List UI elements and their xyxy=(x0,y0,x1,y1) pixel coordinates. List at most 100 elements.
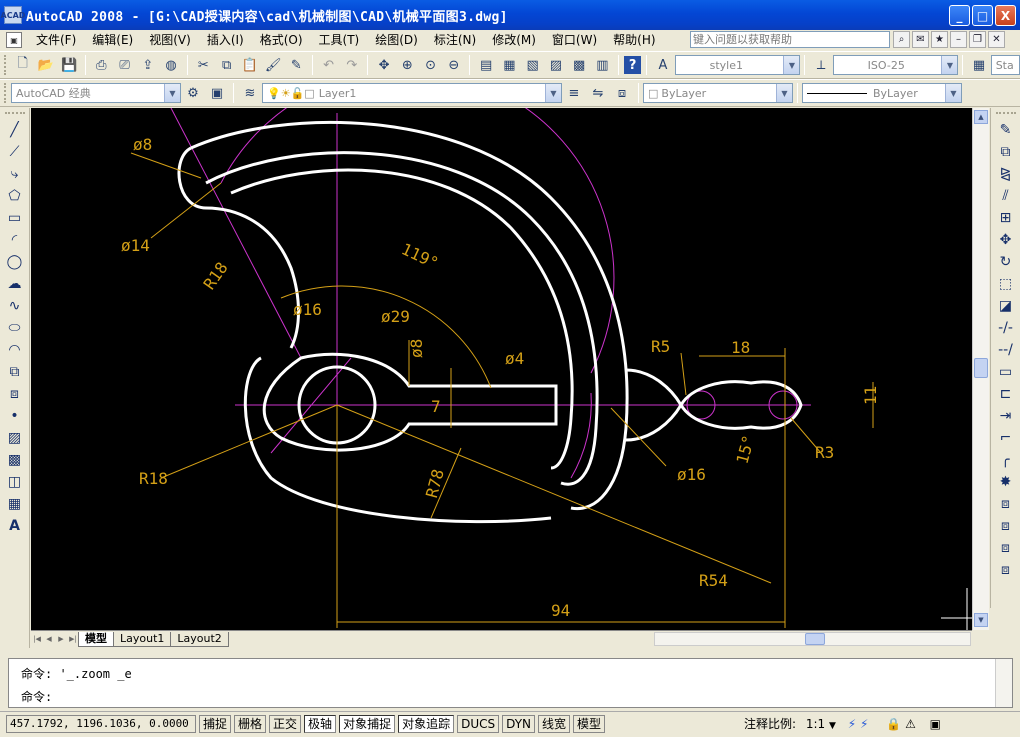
menu-draw[interactable]: 绘图(D) xyxy=(367,31,426,49)
dyn-toggle[interactable]: DYN xyxy=(502,714,536,733)
construction-line-icon[interactable]: ⟋ xyxy=(3,141,27,163)
region-icon[interactable]: ◫ xyxy=(3,471,27,493)
workspace-settings-icon[interactable]: ⚙ xyxy=(182,82,204,104)
vertical-scroll-thumb[interactable] xyxy=(974,358,988,378)
text-style-select[interactable]: style1 ▼ xyxy=(674,55,801,75)
chevron-down-icon[interactable]: ▼ xyxy=(164,84,180,102)
menu-tools[interactable]: 工具(T) xyxy=(311,31,368,49)
menu-window[interactable]: 窗口(W) xyxy=(544,31,605,49)
clean-screen-icon[interactable]: ▣ xyxy=(930,717,941,731)
sheet-set-icon[interactable]: ▨ xyxy=(545,54,566,76)
scroll-up-icon[interactable]: ▲ xyxy=(974,110,988,124)
3d-dwf-icon[interactable]: ◍ xyxy=(160,54,181,76)
copy-icon[interactable]: ⧉ xyxy=(216,54,237,76)
search-icon[interactable]: ⌕ xyxy=(893,31,910,48)
print-icon[interactable]: ⎙ xyxy=(91,54,112,76)
line-icon[interactable]: ╱ xyxy=(3,119,27,141)
doc-restore-button[interactable]: ❐ xyxy=(969,31,986,48)
coordinate-readout[interactable]: 457.1792, 1196.1036, 0.0000 xyxy=(6,714,196,733)
open-icon[interactable]: 📂 xyxy=(35,54,56,76)
erase-icon[interactable]: ✎ xyxy=(994,119,1018,141)
multiline-text-icon[interactable]: A xyxy=(3,515,27,537)
match-properties-icon[interactable]: 🖌 xyxy=(262,54,283,76)
customize-icon[interactable]: ▣ xyxy=(206,82,228,104)
annotation-scale-value[interactable]: 1:1 xyxy=(806,717,825,731)
tab-model[interactable]: 模型 xyxy=(78,631,114,647)
tab-layout2[interactable]: Layout2 xyxy=(170,631,229,647)
chevron-down-icon[interactable]: ▼ xyxy=(945,84,961,102)
horizontal-scroll-thumb[interactable] xyxy=(805,633,825,645)
layer-state-icon[interactable]: ⧈ xyxy=(611,82,633,104)
ortho-toggle[interactable]: 正交 xyxy=(269,714,302,733)
block-editor-icon[interactable]: ✎ xyxy=(286,54,307,76)
drawing-svg[interactable]: ø8 ø14 R18 119° ø16 ø29 ø8 ø4 7 R5 18 11… xyxy=(31,108,972,630)
properties-icon[interactable]: ▤ xyxy=(475,54,496,76)
extend-icon[interactable]: --/ xyxy=(994,339,1018,361)
chamfer-icon[interactable]: ⌐ xyxy=(994,427,1018,449)
menu-modify[interactable]: 修改(M) xyxy=(484,31,544,49)
markup-icon[interactable]: ▩ xyxy=(568,54,589,76)
zoom-previous-icon[interactable]: ⊖ xyxy=(443,54,464,76)
break-at-point-icon[interactable]: ▭ xyxy=(994,361,1018,383)
color-select[interactable]: □ ByLayer ▼ xyxy=(643,83,793,103)
layer-select[interactable]: 💡 ☀ 🔓 □ Layer1 ▼ xyxy=(262,83,562,103)
favorites-icon[interactable]: ★ xyxy=(931,31,948,48)
menu-view[interactable]: 视图(V) xyxy=(141,31,199,49)
undo-icon[interactable]: ↶ xyxy=(318,54,339,76)
design-center-icon[interactable]: ▦ xyxy=(499,54,520,76)
break-icon[interactable]: ⊏ xyxy=(994,383,1018,405)
communication-center-icon[interactable]: ✉ xyxy=(912,31,929,48)
toolbar-grip[interactable] xyxy=(4,112,25,115)
next-tab-icon[interactable]: ▶ xyxy=(55,633,67,646)
cut-icon[interactable]: ✂ xyxy=(193,54,214,76)
horizontal-scrollbar[interactable] xyxy=(654,632,971,646)
chevron-down-icon[interactable]: ▼ xyxy=(941,56,958,74)
drawing-canvas[interactable]: ø8 ø14 R18 119° ø16 ø29 ø8 ø4 7 R5 18 11… xyxy=(31,108,972,630)
print-preview-icon[interactable]: ⎚ xyxy=(114,54,135,76)
toolbar-grip[interactable] xyxy=(4,83,7,103)
polyline-icon[interactable]: ⤷ xyxy=(3,163,27,185)
autocad-app-icon[interactable]: ACAD xyxy=(1,6,25,24)
new-icon[interactable]: 🗋 xyxy=(12,54,33,76)
menu-format[interactable]: 格式(O) xyxy=(252,31,311,49)
command-scrollbar[interactable] xyxy=(995,659,1012,707)
polar-toggle[interactable]: 极轴 xyxy=(304,714,337,733)
vertical-scrollbar[interactable]: ▲ ▼ xyxy=(972,108,989,630)
draworder-back-icon[interactable]: ⧈ xyxy=(994,515,1018,537)
menu-insert[interactable]: 插入(I) xyxy=(199,31,252,49)
table-icon[interactable]: ▦ xyxy=(3,493,27,515)
calculator-icon[interactable]: ▥ xyxy=(592,54,613,76)
doc-minimize-button[interactable]: – xyxy=(950,31,967,48)
menu-edit[interactable]: 编辑(E) xyxy=(84,31,141,49)
scroll-down-icon[interactable]: ▼ xyxy=(974,613,988,627)
ducs-toggle[interactable]: DUCS xyxy=(457,714,500,733)
arc-icon[interactable]: ◜ xyxy=(3,229,27,251)
chevron-down-icon[interactable]: ▼ xyxy=(776,84,792,102)
chevron-down-icon[interactable]: ▼ xyxy=(783,56,800,74)
close-button[interactable]: X xyxy=(995,5,1016,26)
first-tab-icon[interactable]: |◀ xyxy=(31,633,43,646)
hatch-icon[interactable]: ▨ xyxy=(3,427,27,449)
ellipse-icon[interactable]: ⬭ xyxy=(3,317,27,339)
command-window[interactable]: 命令: '_.zoom _e 命令: xyxy=(8,658,1013,708)
spline-icon[interactable]: ∿ xyxy=(3,295,27,317)
join-icon[interactable]: ⇥ xyxy=(994,405,1018,427)
lightbulb-icon[interactable]: 💡 xyxy=(267,87,281,100)
paste-icon[interactable]: 📋 xyxy=(239,54,260,76)
ellipse-arc-icon[interactable]: ◠ xyxy=(3,339,27,361)
toolbar-grip[interactable] xyxy=(995,112,1016,115)
osnap-toggle[interactable]: 对象捕捉 xyxy=(339,714,396,733)
lineweight-toggle[interactable]: 线宽 xyxy=(538,714,571,733)
status-tray-icon[interactable]: ⚠ xyxy=(905,717,916,731)
layer-manager-icon[interactable]: ≋ xyxy=(239,82,261,104)
sun-icon[interactable]: ☀ xyxy=(281,87,291,100)
scale-icon[interactable]: ⬚ xyxy=(994,273,1018,295)
menu-help[interactable]: 帮助(H) xyxy=(605,31,663,49)
polygon-icon[interactable]: ⬠ xyxy=(3,185,27,207)
grid-toggle[interactable]: 栅格 xyxy=(234,714,267,733)
make-object-layer-current-icon[interactable]: ≡ xyxy=(563,82,585,104)
draworder-below-icon[interactable]: ⧈ xyxy=(994,559,1018,581)
point-icon[interactable]: • xyxy=(3,405,27,427)
explode-icon[interactable]: ✸ xyxy=(994,471,1018,493)
make-block-icon[interactable]: ⧈ xyxy=(3,383,27,405)
